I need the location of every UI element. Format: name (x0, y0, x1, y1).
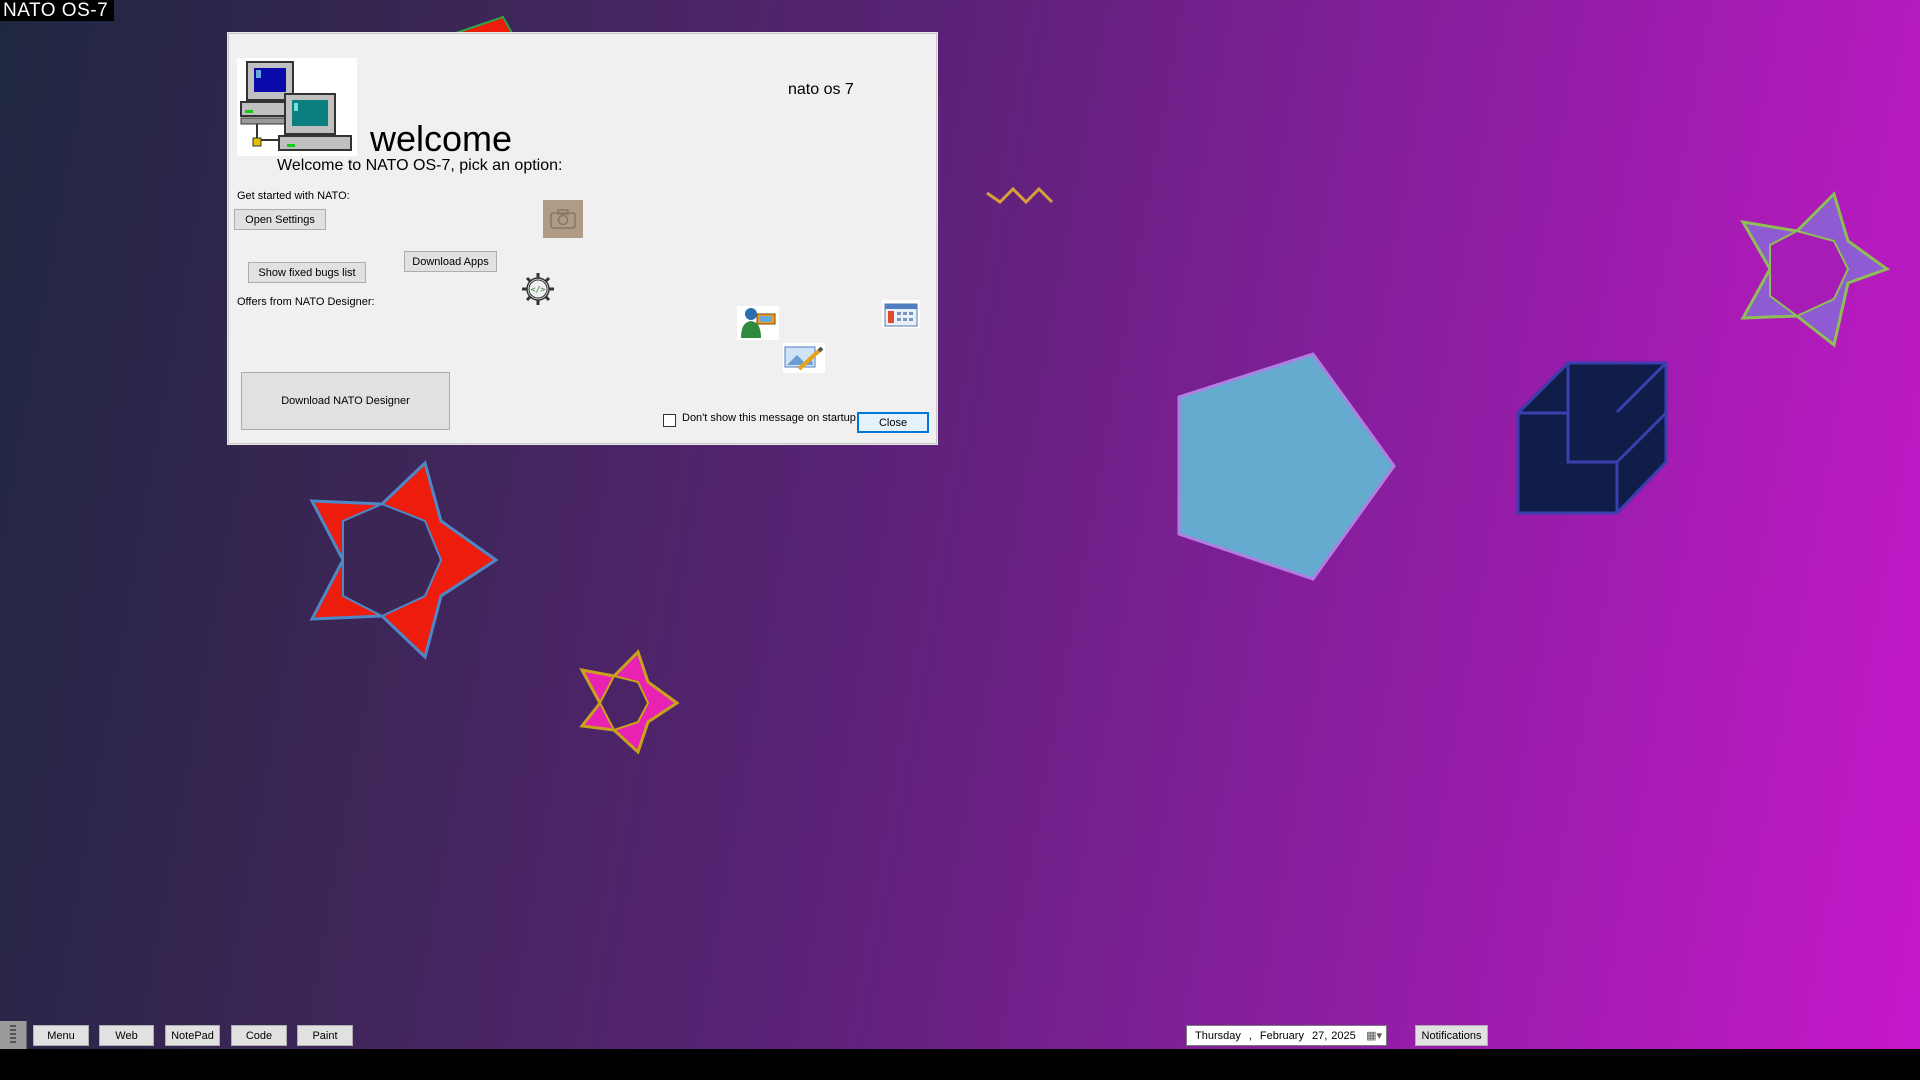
date-picker[interactable]: Thursday , February 27, 2025 ▦▾ (1186, 1025, 1387, 1046)
code-gear-icon[interactable]: </> (518, 270, 558, 308)
calendar-dropdown-icon[interactable]: ▦▾ (1366, 1029, 1382, 1042)
offers-label: Offers from NATO Designer: (237, 296, 375, 308)
user-with-device-icon[interactable] (737, 306, 779, 340)
taskbar-menu-button[interactable]: Menu (33, 1025, 89, 1046)
taskbar-code-button[interactable]: Code (231, 1025, 287, 1046)
download-apps-button[interactable]: Download Apps (404, 251, 497, 272)
image-edit-icon[interactable] (783, 343, 825, 373)
close-button[interactable]: Close (857, 412, 929, 433)
welcome-subtitle: Welcome to NATO OS-7, pick an option: (277, 157, 563, 174)
calendar-icon[interactable] (882, 300, 920, 328)
download-nato-designer-button[interactable]: Download NATO Designer (241, 372, 450, 430)
camera-tile[interactable] (543, 200, 583, 238)
taskbar-notepad-button[interactable]: NotePad (165, 1025, 220, 1046)
open-settings-button[interactable]: Open Settings (234, 209, 326, 230)
date-day: Thursday (1195, 1029, 1241, 1042)
date-month: February (1259, 1029, 1304, 1042)
dark-cube (1516, 361, 1668, 515)
camera-icon (550, 209, 576, 229)
welcome-title: welcome (370, 118, 513, 159)
taskbar-web-button[interactable]: Web (99, 1025, 154, 1046)
dont-show-checkbox[interactable] (663, 414, 676, 427)
get-started-label: Get started with NATO: (237, 190, 350, 202)
date-daynum: 27, (1311, 1029, 1328, 1042)
show-fixed-bugs-button[interactable]: Show fixed bugs list (248, 262, 366, 283)
network-computers-icon (237, 58, 357, 156)
yellow-zigzag (986, 186, 1054, 205)
red-shape-partial (455, 15, 514, 34)
taskbar-grip[interactable] (0, 1021, 27, 1049)
brand-label: nato os 7 (788, 81, 854, 98)
date-separator: , (1248, 1029, 1252, 1042)
date-year: 2025 (1331, 1029, 1356, 1042)
welcome-window: nato os 7 welcome Welcome to NATO OS-7, … (228, 33, 937, 444)
svg-text:</>: </> (531, 285, 546, 294)
taskbar (0, 1049, 1920, 1080)
os-title: NATO OS-7 (0, 0, 115, 21)
dont-show-label[interactable]: Don't show this message on startup (682, 412, 856, 424)
blue-pentagon (1177, 352, 1396, 581)
taskbar-paint-button[interactable]: Paint (297, 1025, 353, 1046)
notifications-button[interactable]: Notifications (1415, 1025, 1488, 1046)
